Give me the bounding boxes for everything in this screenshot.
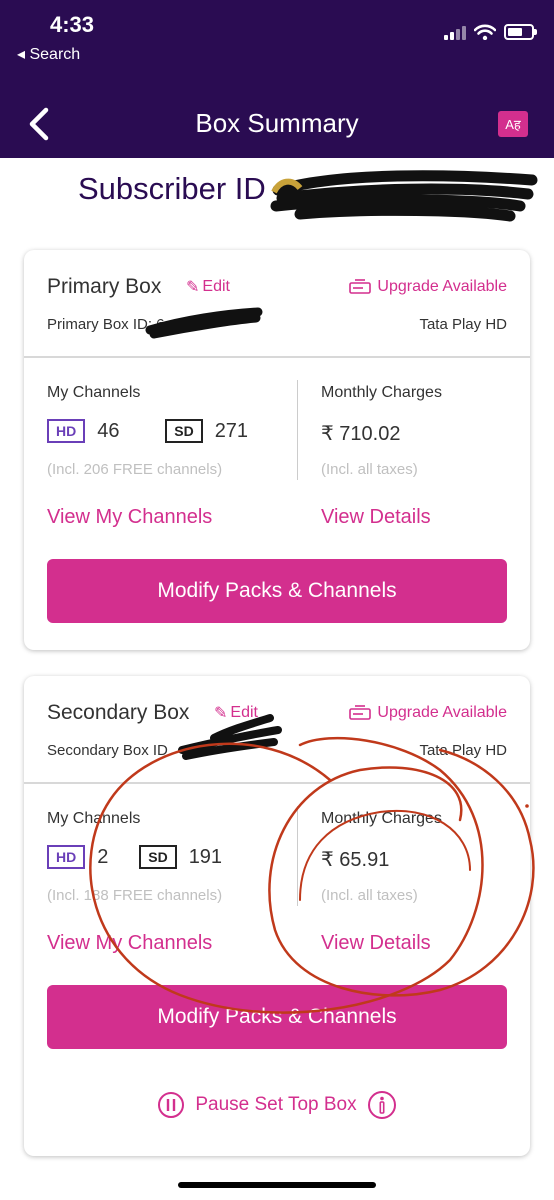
card-header: Secondary Box ✎ Edit Upgrade Available S… bbox=[24, 676, 530, 784]
hd-tag: HD bbox=[47, 845, 86, 869]
monthly-charges-label: Monthly Charges bbox=[321, 384, 442, 401]
language-toggle-button[interactable]: Aह bbox=[498, 111, 528, 137]
set-top-box-icon bbox=[349, 279, 372, 294]
box-id-redaction bbox=[145, 307, 263, 339]
status-back-link[interactable]: ◂ Search bbox=[17, 44, 80, 64]
monthly-charges-label: Monthly Charges bbox=[321, 810, 442, 827]
sd-count: 191 bbox=[188, 845, 223, 868]
pause-icon bbox=[158, 1092, 185, 1118]
tax-note: (Incl. all taxes) bbox=[321, 461, 418, 478]
subscriber-id-label: Subscriber ID bbox=[78, 171, 266, 206]
tax-note: (Incl. all taxes) bbox=[321, 887, 418, 904]
monthly-charges-amount: ₹ 65.91 bbox=[321, 849, 390, 871]
column-divider bbox=[297, 380, 298, 480]
box-name: Secondary Box bbox=[47, 701, 190, 724]
pause-set-top-box-button[interactable]: Pause Set Top Box bbox=[24, 1090, 530, 1120]
sd-count: 271 bbox=[214, 419, 249, 442]
info-icon[interactable] bbox=[367, 1090, 397, 1120]
hd-count: 2 bbox=[97, 845, 109, 868]
secondary-box-card: Secondary Box ✎ Edit Upgrade Available S… bbox=[24, 676, 530, 1156]
view-my-channels-link[interactable]: View My Channels bbox=[47, 506, 212, 529]
back-triangle-icon: ◂ bbox=[17, 46, 26, 63]
wifi-icon bbox=[474, 24, 496, 40]
box-name: Primary Box bbox=[47, 275, 162, 298]
free-channels-note: (Incl. 188 FREE channels) bbox=[47, 887, 223, 904]
pencil-icon: ✎ bbox=[186, 279, 200, 296]
pause-label: Pause Set Top Box bbox=[195, 1094, 357, 1115]
box-type: Tata Play HD bbox=[419, 742, 507, 759]
status-back-label: Search bbox=[29, 46, 81, 63]
upgrade-available-link[interactable]: Upgrade Available bbox=[349, 704, 507, 722]
monthly-charges-amount: ₹ 710.02 bbox=[321, 423, 401, 445]
free-channels-note: (Incl. 206 FREE channels) bbox=[47, 461, 223, 478]
hd-count: 46 bbox=[97, 419, 120, 442]
signal-icon bbox=[444, 24, 466, 40]
status-time: 4:33 bbox=[50, 12, 95, 37]
sd-tag: SD bbox=[165, 419, 203, 443]
sd-tag: SD bbox=[139, 845, 177, 869]
edit-button[interactable]: ✎ Edit bbox=[186, 277, 230, 297]
modify-packs-button[interactable]: Modify Packs & Channels bbox=[47, 559, 507, 623]
column-divider bbox=[297, 806, 298, 906]
box-type: Tata Play HD bbox=[419, 316, 507, 333]
set-top-box-icon bbox=[349, 705, 372, 720]
app-header: 4:33 ◂ Search Box Summary Aह bbox=[0, 0, 554, 158]
view-details-link[interactable]: View Details bbox=[321, 932, 431, 955]
my-channels-label: My Channels bbox=[47, 384, 141, 401]
redaction-scribble bbox=[270, 170, 538, 222]
my-channels-label: My Channels bbox=[47, 810, 141, 827]
channel-counts: HD 46 SD 271 bbox=[47, 419, 248, 443]
view-my-channels-link[interactable]: View My Channels bbox=[47, 932, 212, 955]
upgrade-label: Upgrade Available bbox=[377, 704, 507, 721]
edit-label: Edit bbox=[202, 278, 230, 295]
home-indicator bbox=[178, 1182, 376, 1188]
hd-tag: HD bbox=[47, 419, 86, 443]
box-id-redaction bbox=[178, 714, 282, 760]
primary-box-card: Primary Box ✎ Edit Upgrade Available Pri… bbox=[24, 250, 530, 650]
modify-packs-button[interactable]: Modify Packs & Channels bbox=[47, 985, 507, 1049]
channel-counts: HD 2 SD 191 bbox=[47, 845, 222, 869]
battery-icon bbox=[504, 24, 537, 40]
status-icons bbox=[444, 24, 537, 40]
view-details-link[interactable]: View Details bbox=[321, 506, 431, 529]
card-header: Primary Box ✎ Edit Upgrade Available Pri… bbox=[24, 250, 530, 358]
box-id: Secondary Box ID bbox=[47, 742, 168, 759]
page-title: Box Summary bbox=[195, 108, 359, 138]
upgrade-available-link[interactable]: Upgrade Available bbox=[349, 278, 507, 296]
upgrade-label: Upgrade Available bbox=[377, 278, 507, 295]
